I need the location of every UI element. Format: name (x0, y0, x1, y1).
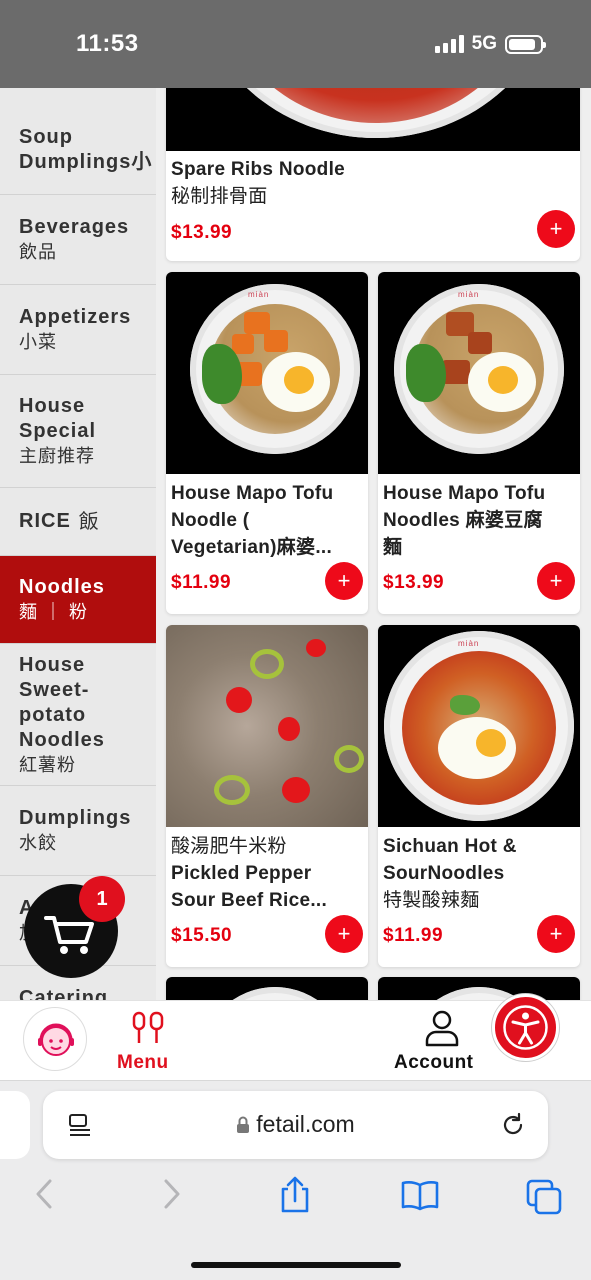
item-name-zh: 秘制排骨面 (171, 186, 268, 207)
item-name-line3: 特製酸辣麵 (383, 890, 480, 911)
network-type: 5G (471, 33, 497, 54)
status-bar: 11:53 5G (0, 0, 591, 88)
dish-image (166, 977, 368, 1000)
support-agent-icon (38, 1023, 74, 1056)
add-to-cart-button[interactable]: + (537, 562, 575, 600)
category-label: Noodles (19, 576, 105, 598)
dish-image: miàn (378, 272, 580, 474)
share-icon[interactable] (278, 1175, 312, 1215)
item-name-line2: Noodles 麻婆豆腐 (383, 510, 543, 531)
category-sweet-potato-noodles[interactable]: House Sweet-potato Noodles 紅薯粉 (0, 644, 156, 786)
category-label: House Special (19, 395, 97, 442)
category-label-zh: 麵 ｜ 粉 (19, 602, 89, 622)
item-name-line1: House Mapo Tofu (383, 483, 546, 504)
category-label: Soup Dumplings小 (19, 125, 153, 173)
item-name-line3: 麵 (383, 537, 403, 558)
item-name-line2: Pickled Pepper (171, 863, 312, 884)
accessibility-icon (503, 1005, 548, 1050)
add-to-cart-button[interactable]: + (537, 915, 575, 953)
category-label: House Sweet-potato Noodles (19, 653, 105, 751)
item-price: $15.50 (171, 925, 233, 946)
forward-icon[interactable] (158, 1177, 186, 1211)
category-noodles[interactable]: Noodles 麵 ｜ 粉 (0, 556, 156, 644)
item-name: Spare Ribs Noodle (171, 159, 346, 180)
item-price: $11.99 (171, 572, 232, 593)
tabs-icon[interactable] (526, 1179, 562, 1215)
category-label: RICE (19, 510, 71, 532)
menu-utensils-icon (132, 1011, 164, 1043)
account-icon (425, 1010, 459, 1047)
item-price: $13.99 (383, 572, 445, 593)
item-name-line1: 酸湯肥牛米粉 (171, 836, 287, 857)
category-beverages[interactable]: Beverages 飲品 (0, 195, 156, 285)
item-name-line2: SourNoodles (383, 863, 505, 884)
category-sidebar[interactable]: Soup Dumplings小 Beverages 飲品 Appetizers … (0, 88, 156, 1000)
item-name-line3: Vegetarian)麻婆... (171, 537, 333, 558)
menu-item-card[interactable]: miàn House Mapo Tofu Noodles 麻婆豆腐 麵 $13.… (378, 272, 580, 614)
menu-item-card[interactable]: miàn House Mapo Tofu Noodle ( Vegetarian… (166, 272, 368, 614)
category-label: Appetizers (19, 306, 132, 328)
item-price: $11.99 (383, 925, 444, 946)
category-dumplings[interactable]: Dumplings 水餃 (0, 786, 156, 876)
category-label: Dumplings (19, 807, 132, 829)
signal-icon (434, 35, 464, 53)
item-name-line2: Noodle ( (171, 510, 250, 531)
add-to-cart-button[interactable]: + (325, 562, 363, 600)
accessibility-button[interactable] (492, 994, 559, 1061)
item-name-line1: House Mapo Tofu (171, 483, 334, 504)
category-label-zh: 水餃 (19, 833, 57, 853)
item-price: $13.99 (171, 222, 233, 243)
category-rice[interactable]: RICE 飯 (0, 488, 156, 556)
bookmarks-icon[interactable] (400, 1179, 440, 1211)
item-name-line1: Sichuan Hot & (383, 836, 517, 857)
browser-chrome: fetail.com (0, 1080, 591, 1280)
menu-item-card[interactable]: Spare Ribs Noodle 秘制排骨面 $13.99 + (166, 88, 580, 261)
support-button[interactable] (23, 1007, 87, 1071)
category-label-zh: 紅薯粉 (19, 754, 76, 775)
menu-item-card[interactable]: 酸湯肥牛米粉 Pickled Pepper Sour Beef Rice... … (166, 625, 368, 967)
dish-image: miàn (166, 272, 368, 474)
category-label-zh: 飯 (78, 510, 100, 533)
nav-account-label: Account (394, 1052, 474, 1073)
status-time: 11:53 (76, 30, 139, 57)
menu-item-card[interactable]: miàn Sichuan Hot & SourNoodles 特製酸辣麵 $11… (378, 625, 580, 967)
nav-menu-label: Menu (117, 1052, 169, 1073)
url-text: fetail.com (256, 1111, 355, 1137)
category-label: Catering (19, 987, 109, 1000)
home-indicator (191, 1262, 401, 1268)
category-appetizers[interactable]: Appetizers 小菜 (0, 285, 156, 375)
category-soup-dumplings[interactable]: Soup Dumplings小 (0, 105, 156, 195)
category-label-zh: 飲品 (19, 242, 57, 262)
app-screen: 11:53 5G Soup Dumplings小 Beverages 飲品 Ap… (0, 0, 591, 1280)
add-to-cart-button[interactable]: + (325, 915, 363, 953)
dish-image: miàn (378, 625, 580, 827)
address-bar[interactable]: fetail.com (43, 1091, 548, 1159)
item-name-line3: Sour Beef Rice... (171, 890, 328, 911)
back-icon[interactable] (30, 1177, 58, 1211)
reload-icon[interactable] (500, 1112, 526, 1138)
nav-account[interactable]: Account (392, 1005, 496, 1077)
url-display[interactable]: fetail.com (43, 1111, 548, 1138)
dish-image (166, 625, 368, 827)
add-to-cart-button[interactable]: + (537, 210, 575, 248)
nav-menu[interactable]: Menu (116, 1005, 180, 1077)
dish-image (166, 88, 580, 151)
category-label-zh: 主廚推荐 (19, 446, 95, 466)
menu-item-card[interactable] (166, 977, 368, 1000)
lock-icon (237, 1116, 250, 1133)
status-indicators: 5G (434, 33, 546, 55)
category-label-zh: 小菜 (19, 332, 57, 352)
cart-count-badge: 1 (79, 876, 125, 922)
battery-icon (505, 34, 546, 54)
menu-items-grid[interactable]: Spare Ribs Noodle 秘制排骨面 $13.99 + miàn Ho… (156, 88, 591, 1000)
category-label: Beverages (19, 216, 130, 238)
previous-tab-preview[interactable] (0, 1091, 30, 1159)
category-house-special[interactable]: House Special 主廚推荐 (0, 375, 156, 488)
